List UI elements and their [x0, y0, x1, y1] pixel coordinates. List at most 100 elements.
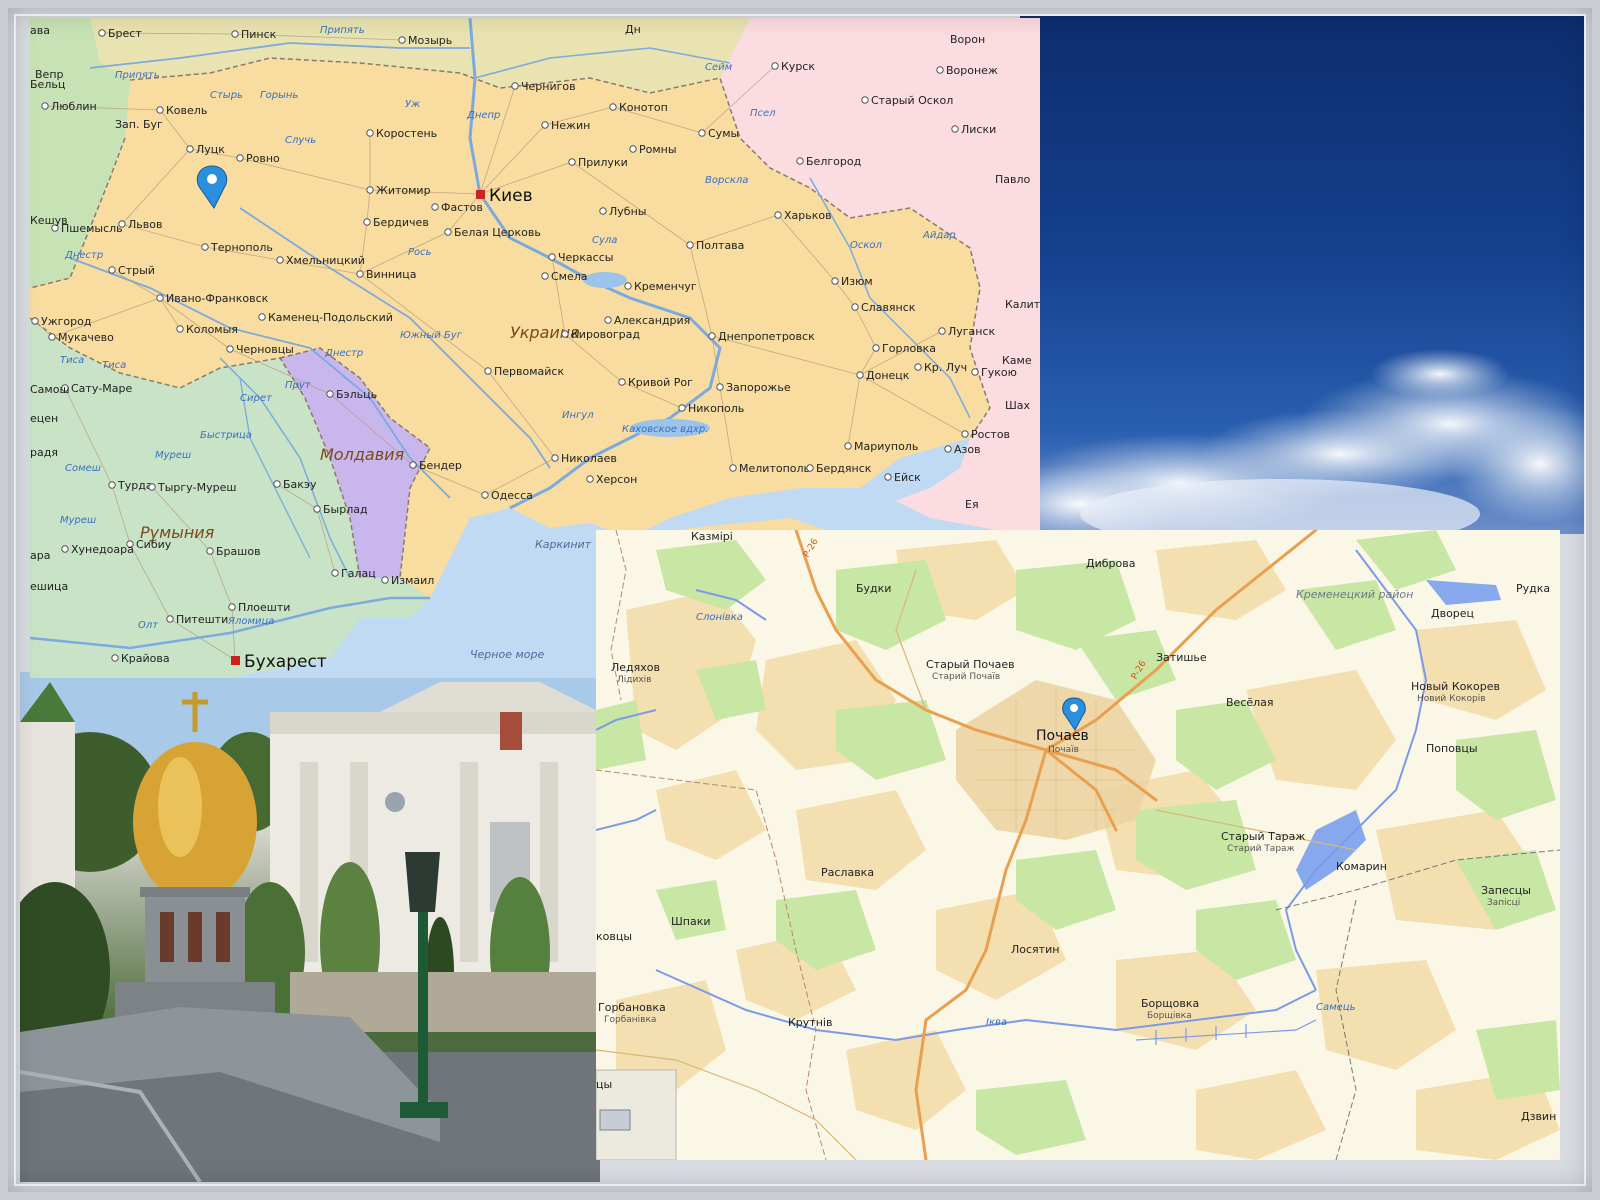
city-label: Херсон — [596, 473, 637, 486]
city-marker[interactable]: Коломыя — [176, 323, 238, 336]
city-marker[interactable]: Белгород — [796, 155, 862, 168]
city-dot-icon — [206, 547, 214, 555]
village-marker[interactable]: Старый ТаражСтарий Тараж — [1221, 830, 1305, 854]
village-marker[interactable]: Комарин — [1336, 860, 1387, 873]
city-marker[interactable]: Воронеж — [936, 64, 998, 77]
city-marker[interactable]: Ивано-Франковск — [156, 292, 269, 305]
city-dot-icon — [771, 62, 779, 70]
city-dot-icon — [938, 327, 946, 335]
village-label: Лосятин — [1011, 943, 1059, 956]
river-label: Айдар — [922, 230, 956, 241]
city-dot-icon — [541, 121, 549, 129]
city-marker[interactable]: Бердянск — [806, 462, 872, 475]
city-marker[interactable]: Мариуполь — [844, 440, 919, 453]
city-dot-icon — [599, 207, 607, 215]
city-dot-icon — [156, 106, 164, 114]
city-marker[interactable]: Луганск — [938, 325, 996, 338]
sea-label: Черное море — [470, 648, 544, 661]
edge-label: Вепр — [35, 68, 64, 81]
city-marker[interactable]: Плоешти — [228, 601, 291, 614]
village-marker[interactable]: Лосятин — [1011, 943, 1059, 956]
city-marker[interactable]: Бердичев — [363, 216, 429, 229]
village-sublabel: Запісці — [1487, 898, 1520, 908]
city-marker[interactable]: Запорожье — [716, 381, 791, 394]
city-marker[interactable]: Славянск — [851, 301, 916, 314]
village-marker[interactable]: Затишье — [1156, 651, 1207, 664]
river-label: Сейм — [705, 62, 733, 73]
city-marker[interactable]: Чернигов — [511, 80, 576, 93]
city-dot-icon — [861, 96, 869, 104]
village-sublabel: Старий Почаїв — [932, 672, 1000, 682]
city-marker[interactable]: Люблин — [41, 100, 97, 113]
village-label: Весёлая — [1226, 696, 1274, 709]
city-label: Каменец-Подольский — [268, 311, 393, 324]
city-marker[interactable]: Днепропетровск — [708, 330, 815, 343]
city-marker[interactable]: Винница — [356, 268, 417, 281]
city-label: Белая Церковь — [454, 226, 541, 239]
local-map[interactable]: Кременецкий район Слонівка Іква Самець Р-2… — [596, 530, 1560, 1160]
city-marker[interactable]: Никополь — [678, 402, 744, 415]
city-marker[interactable]: Кривой Рог — [618, 376, 693, 389]
river-label: Ингул — [562, 410, 594, 421]
city-marker[interactable]: Мелитополь — [729, 462, 810, 475]
city-label: Сату-Маре — [71, 382, 133, 395]
village-marker[interactable]: Весёлая — [1226, 696, 1274, 709]
village-marker[interactable]: Поповцы — [1426, 742, 1478, 755]
city-label: Днепропетровск — [718, 330, 815, 343]
city-marker[interactable]: Хунедоара — [61, 543, 134, 556]
city-marker[interactable]: Черкассы — [548, 251, 614, 264]
city-marker[interactable]: Кременчуг — [624, 280, 697, 293]
local-map-canvas[interactable]: Кременецкий район СлонівкаІкваСамець Р-2… — [596, 530, 1560, 1160]
village-marker[interactable]: Казмірі — [691, 530, 733, 543]
city-marker[interactable]: Хмельницкий — [276, 254, 365, 267]
city-dot-icon — [166, 615, 174, 623]
city-label: Измаил — [391, 574, 434, 587]
city-marker[interactable]: Житомир — [366, 184, 431, 197]
city-marker[interactable]: Ужгород — [31, 315, 92, 328]
city-marker[interactable]: Горловка — [872, 342, 936, 355]
village-marker[interactable]: Дзвин — [1521, 1110, 1556, 1123]
city-marker[interactable]: Питешти — [166, 613, 228, 626]
village-marker[interactable]: Крутнів — [788, 1016, 832, 1029]
village-marker[interactable]: Будки — [856, 582, 891, 595]
city-label: Хмельницкий — [286, 254, 365, 267]
city-marker[interactable]: Черновцы — [226, 343, 294, 356]
city-marker[interactable]: Белая Церковь — [444, 226, 541, 239]
city-marker[interactable]: Кировоград — [561, 328, 641, 341]
city-label: Бердичев — [373, 216, 429, 229]
city-marker[interactable]: Коростень — [366, 127, 437, 140]
city-marker[interactable]: Тернополь — [201, 241, 273, 254]
village-marker[interactable]: ГорбановкаГорбанівка — [598, 1001, 666, 1025]
city-marker[interactable]: Старый Оскол — [861, 94, 953, 107]
city-dot-icon — [363, 218, 371, 226]
village-marker[interactable]: Шпаки — [671, 915, 711, 928]
city-marker[interactable]: Каменец-Подольский — [258, 311, 393, 324]
city-dot-icon — [398, 36, 406, 44]
city-marker[interactable]: Харьков — [774, 209, 832, 222]
river-label: Быстрица — [200, 430, 252, 441]
city-marker[interactable]: Николаев — [551, 452, 617, 465]
city-marker[interactable]: Александрия — [604, 314, 691, 327]
city-dot-icon — [971, 368, 979, 376]
capital-marker[interactable]: Бухарест — [231, 652, 327, 672]
city-dot-icon — [678, 404, 686, 412]
village-marker[interactable]: БорщовкаБорщівка — [1141, 997, 1199, 1021]
city-marker[interactable]: Сату-Маре — [61, 382, 133, 395]
city-label: Мариуполь — [854, 440, 918, 453]
city-marker[interactable]: Конотоп — [609, 101, 668, 114]
city-marker[interactable]: Прилуки — [568, 156, 628, 169]
village-marker[interactable]: Дворец — [1431, 607, 1474, 620]
city-marker[interactable]: Крайова — [111, 652, 170, 665]
city-dot-icon — [273, 480, 281, 488]
city-marker[interactable]: Полтава — [686, 239, 745, 252]
village-marker[interactable]: Рудка — [1516, 582, 1550, 595]
city-marker[interactable]: Мукачево — [48, 331, 114, 344]
city-label: Ромны — [639, 143, 677, 156]
minimap-viewport[interactable] — [599, 1109, 631, 1131]
city-marker[interactable]: Тыргу-Муреш — [148, 481, 237, 494]
river-label: Днестр — [324, 348, 363, 359]
city-marker[interactable]: Первомайск — [484, 365, 565, 378]
village-marker[interactable]: Диброва — [1086, 557, 1135, 570]
city-dot-icon — [118, 220, 126, 228]
village-marker[interactable]: Раславка — [821, 866, 874, 879]
